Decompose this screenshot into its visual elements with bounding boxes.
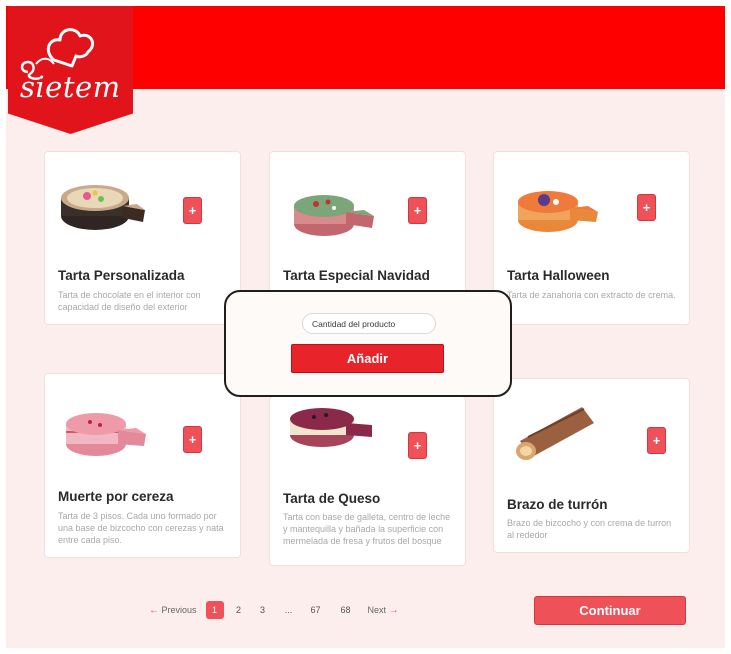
chocolate-cake-image	[61, 185, 145, 230]
quantity-input[interactable]	[302, 313, 436, 334]
page-link[interactable]: 2	[230, 601, 248, 619]
pagination: ← Previous 1 2 3 ... 67 68 Next →	[149, 601, 399, 619]
product-card: + Tarta Halloween Tarta de zanahoria con…	[493, 151, 690, 325]
arrow-right-icon: →	[388, 604, 399, 616]
product-title: Tarta Halloween	[507, 268, 610, 283]
logo[interactable]: sietem	[8, 6, 133, 134]
cheesecake-image	[290, 408, 372, 447]
christmas-cake-image	[294, 195, 374, 236]
product-title: Tarta Personalizada	[58, 268, 185, 283]
app-root: sietem + Tarta Personalizada Tarta de ch…	[6, 6, 725, 648]
add-quantity-modal: Añadir	[224, 290, 512, 397]
arrow-left-icon: ←	[149, 604, 159, 616]
product-title: Tarta de Queso	[283, 491, 381, 506]
add-button[interactable]: Añadir	[291, 344, 444, 373]
product-title: Brazo de turrón	[507, 497, 608, 512]
add-to-cart-button[interactable]: +	[183, 197, 202, 224]
add-to-cart-button[interactable]: +	[647, 427, 666, 454]
brand-name: sietem	[20, 70, 121, 104]
product-card: + Tarta de Queso Tarta con base de galle…	[269, 396, 466, 566]
product-card: + Muerte por cereza Tarta de 3 pisos. Ca…	[44, 373, 241, 558]
page-link[interactable]: 68	[334, 601, 358, 619]
roll-cake-image	[516, 407, 594, 460]
product-description: Tarta de 3 pisos. Cada uno formado por u…	[58, 511, 224, 545]
page-link[interactable]: 1	[205, 601, 224, 619]
product-description: Tarta de zanahoria con extracto de crema…	[507, 290, 676, 300]
cherry-cake-image	[66, 413, 146, 456]
page-ellipsis: ...	[284, 605, 293, 615]
next-page-link[interactable]: Next →	[368, 601, 399, 619]
product-card: + Brazo de turrón Brazo de bizcocho y co…	[493, 378, 690, 553]
product-title: Muerte por cereza	[58, 489, 174, 504]
page-link[interactable]: 3	[254, 601, 272, 619]
product-description: Tarta con base de galleta, centro de lec…	[283, 512, 451, 546]
add-to-cart-button[interactable]: +	[408, 432, 427, 459]
product-card: + Tarta Personalizada Tarta de chocolate…	[44, 151, 241, 325]
product-description: Tarta de chocolate en el interior con ca…	[58, 290, 201, 312]
page-link[interactable]: 67	[304, 601, 328, 619]
continue-button[interactable]: Continuar	[534, 596, 686, 625]
product-title: Tarta Especial Navidad	[283, 268, 430, 283]
add-to-cart-button[interactable]: +	[637, 194, 656, 221]
add-to-cart-button[interactable]: +	[183, 426, 202, 453]
add-to-cart-button[interactable]: +	[408, 197, 427, 224]
halloween-cake-image	[518, 191, 598, 232]
product-description: Brazo de bizcocho y con crema de turron …	[507, 518, 672, 540]
previous-page-link[interactable]: ← Previous	[149, 601, 197, 619]
